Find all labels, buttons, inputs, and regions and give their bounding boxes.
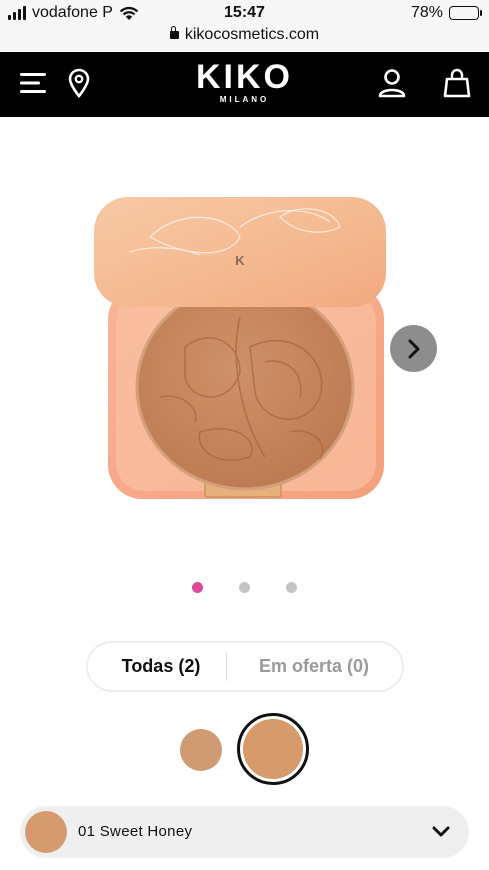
filter-tab-all[interactable]: Todas (2) bbox=[96, 643, 226, 690]
chevron-down-icon bbox=[432, 826, 450, 837]
kiko-logo[interactable]: KIKO MILANO bbox=[0, 60, 489, 104]
address-bar[interactable]: kikocosmetics.com bbox=[0, 26, 489, 44]
filter-tab-on-sale[interactable]: Em oferta (0) bbox=[230, 643, 398, 690]
logo-subtext: MILANO bbox=[219, 95, 270, 104]
status-bar: vodafone P 15:47 78% kikocosmetics.com bbox=[0, 0, 489, 52]
site-header: KIKO MILANO bbox=[0, 52, 489, 117]
logo-text: KIKO bbox=[196, 58, 293, 96]
gallery-dot[interactable] bbox=[286, 582, 297, 593]
gallery-dot[interactable] bbox=[239, 582, 250, 593]
filter-divider bbox=[226, 652, 227, 681]
product-gallery[interactable]: K bbox=[0, 117, 489, 577]
shade-swatch[interactable] bbox=[180, 729, 222, 771]
battery-icon bbox=[449, 6, 482, 20]
account-icon[interactable] bbox=[375, 66, 409, 100]
gallery-next-button[interactable] bbox=[390, 325, 437, 372]
svg-text:K: K bbox=[235, 253, 245, 268]
gallery-pagination bbox=[0, 582, 489, 594]
battery-percent: 78% bbox=[410, 4, 443, 21]
shade-filter: Todas (2) Em oferta (0) bbox=[86, 641, 404, 692]
lock-icon bbox=[169, 26, 179, 39]
shopping-bag-icon[interactable] bbox=[440, 66, 474, 100]
shade-color-chip bbox=[25, 811, 67, 853]
shade-name: 01 Sweet Honey bbox=[78, 823, 193, 840]
gallery-dot[interactable] bbox=[192, 582, 203, 593]
shade-dropdown[interactable]: 01 Sweet Honey bbox=[20, 806, 469, 858]
shade-swatch-selected[interactable] bbox=[243, 719, 303, 779]
url-text: kikocosmetics.com bbox=[184, 26, 320, 43]
bronzer-compact-image: K bbox=[94, 197, 386, 499]
chevron-right-icon bbox=[408, 339, 419, 358]
